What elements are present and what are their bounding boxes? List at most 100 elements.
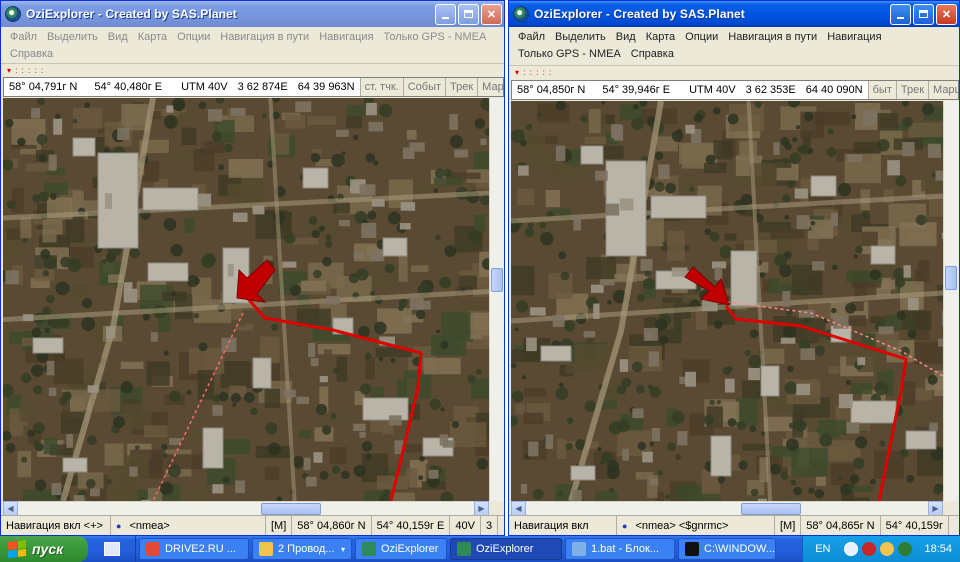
menu-select[interactable]: Выделить — [550, 29, 611, 46]
cmd-icon — [685, 542, 699, 556]
utm-north: 64 39 963N — [297, 81, 355, 93]
scroll-right-button[interactable]: ▶ — [928, 501, 943, 516]
minimize-button[interactable] — [435, 3, 456, 25]
taskbar-button-label: OziExplorer — [381, 543, 439, 555]
gps-lon: 54° 40,159г — [881, 516, 949, 535]
network-icon[interactable] — [844, 542, 859, 556]
ozi-window-right[interactable]: OziExplorer - Created by SAS.Planet ✕ Фа… — [508, 0, 960, 536]
security-icon[interactable] — [862, 542, 877, 556]
gps-mode: <nmea> <$gnrmc> — [635, 519, 729, 532]
close-button[interactable]: ✕ — [481, 3, 502, 25]
utm-north: 64 40 090N — [805, 84, 863, 96]
toolbar-rebar: ▾ : : : : : — [509, 65, 959, 77]
horizontal-scrollbar[interactable]: ◀ ▶ — [3, 501, 489, 516]
taskbar-button[interactable]: OziExplorer — [450, 538, 562, 560]
maximize-button[interactable] — [458, 3, 479, 25]
scroll-right-button[interactable]: ▶ — [474, 501, 489, 516]
minimize-button[interactable] — [890, 3, 911, 25]
start-button[interactable]: пуск — [0, 536, 88, 562]
system-tray: EN 18:54 — [802, 536, 960, 562]
toolbar-grip[interactable]: ▾ : : : : : — [515, 68, 552, 77]
close-icon: ✕ — [486, 8, 497, 21]
vertical-scroll-thumb[interactable] — [491, 268, 503, 292]
windows-logo-icon — [8, 540, 26, 558]
clock[interactable]: 18:54 — [924, 543, 952, 555]
scroll-left-button[interactable]: ◀ — [511, 501, 526, 516]
window-title: OziExplorer - Created by SAS.Planet — [534, 7, 745, 21]
cursor-lon: 54° 39,946г E — [602, 84, 671, 96]
toolbar-grip[interactable]: ▾ : : : : : — [7, 66, 44, 75]
utm-zone: UTM 40V — [689, 84, 736, 96]
show-desktop-icon[interactable] — [103, 542, 120, 556]
menu-navigation[interactable]: Навигация — [822, 29, 886, 46]
vertical-scroll-thumb[interactable] — [945, 266, 957, 290]
menu-map[interactable]: Карта — [133, 29, 172, 46]
map-view[interactable] — [511, 101, 943, 501]
horizontal-scroll-thumb[interactable] — [741, 503, 801, 515]
minimize-icon — [897, 16, 904, 19]
cursor-lat: 58° 04,791г N — [9, 81, 78, 93]
menu-view[interactable]: Вид — [611, 29, 641, 46]
menu-moving-nav[interactable]: Навигация в пути — [723, 29, 822, 46]
menu-options[interactable]: Опции — [172, 29, 215, 46]
battery-icon[interactable] — [898, 542, 913, 556]
tab-track[interactable]: Трек — [895, 81, 928, 99]
taskbar-button[interactable]: DRIVE2.RU ... — [139, 538, 249, 560]
tab-route[interactable]: Марш — [928, 81, 958, 99]
scroll-left-button[interactable]: ◀ — [3, 501, 18, 516]
menu-options[interactable]: Опции — [680, 29, 723, 46]
menubar: Файл Выделить Вид Карта Опции Навигация … — [509, 27, 959, 65]
menu-navigation[interactable]: Навигация — [314, 29, 378, 46]
status-bar: Навигация вкл <+> ● <nmea> [M] 58° 04,860… — [1, 515, 504, 535]
horizontal-scrollbar[interactable]: ◀ ▶ — [511, 501, 943, 516]
ozi-icon — [362, 542, 376, 556]
horizontal-scroll-thumb[interactable] — [261, 503, 321, 515]
maximize-button[interactable] — [913, 3, 934, 25]
menu-file[interactable]: Файл — [5, 29, 42, 46]
close-icon: ✕ — [941, 8, 952, 21]
coordinate-bar: 58° 04,850г N 54° 39,946г E UTM 40V 3 62… — [511, 80, 959, 100]
satellite-map[interactable] — [511, 101, 943, 501]
menu-gps-nmea[interactable]: Только GPS - NMEA — [379, 29, 492, 46]
vertical-scrollbar[interactable] — [489, 98, 504, 501]
taskbar-button-label: DRIVE2.RU ... — [165, 543, 236, 555]
menu-file[interactable]: Файл — [513, 29, 550, 46]
menu-view[interactable]: Вид — [103, 29, 133, 46]
titlebar[interactable]: OziExplorer - Created by SAS.Planet ✕ — [1, 1, 504, 27]
gps-zone: 40V — [450, 516, 481, 535]
start-label: пуск — [32, 541, 64, 557]
titlebar[interactable]: OziExplorer - Created by SAS.Planet ✕ — [509, 1, 959, 27]
taskbar-button[interactable]: 2 Провод... ▾ — [252, 538, 352, 560]
tab-track[interactable]: Трек — [445, 78, 477, 96]
coordinate-bar: 58° 04,791г N 54° 40,480г E UTM 40V 3 62… — [3, 77, 504, 97]
menu-gps-nmea[interactable]: Только GPS - NMEA — [513, 46, 626, 63]
language-indicator[interactable]: EN — [811, 543, 834, 555]
vertical-scrollbar[interactable] — [943, 101, 958, 501]
tab-events[interactable]: быт — [867, 81, 896, 99]
datum-flag: [M] — [775, 516, 802, 535]
map-view[interactable] — [3, 98, 489, 501]
taskbar-button[interactable]: C:\WINDOW... — [678, 538, 776, 560]
nav-status: Навигация вкл — [509, 516, 617, 535]
menubar: Файл Выделить Вид Карта Опции Навигация … — [1, 27, 504, 65]
satellite-map[interactable] — [3, 98, 489, 501]
tab-events[interactable]: Событ — [402, 78, 445, 96]
maximize-icon — [464, 10, 473, 18]
ozi-window-left[interactable]: OziExplorer - Created by SAS.Planet ✕ Фа… — [0, 0, 505, 536]
menu-select[interactable]: Выделить — [42, 29, 103, 46]
tab-waypoints[interactable]: ст. тчк. — [359, 78, 403, 96]
object-tabs: ст. тчк. Событ Трек Марш — [359, 78, 503, 96]
gps-mode: <nmea> — [129, 519, 170, 532]
update-icon[interactable] — [880, 542, 895, 556]
menu-help[interactable]: Справка — [5, 46, 58, 63]
ozi-app-icon — [5, 6, 21, 22]
menu-help[interactable]: Справка — [626, 46, 679, 63]
menu-moving-nav[interactable]: Навигация в пути — [215, 29, 314, 46]
taskbar-button[interactable]: OziExplorer — [355, 538, 447, 560]
desktop: OziExplorer - Created by SAS.Planet ✕ Фа… — [0, 0, 960, 562]
taskbar-button[interactable]: 1.bat - Блок... — [565, 538, 675, 560]
menu-map[interactable]: Карта — [641, 29, 680, 46]
close-button[interactable]: ✕ — [936, 3, 957, 25]
folder-icon — [259, 542, 273, 556]
tab-route[interactable]: Марш — [477, 78, 503, 96]
